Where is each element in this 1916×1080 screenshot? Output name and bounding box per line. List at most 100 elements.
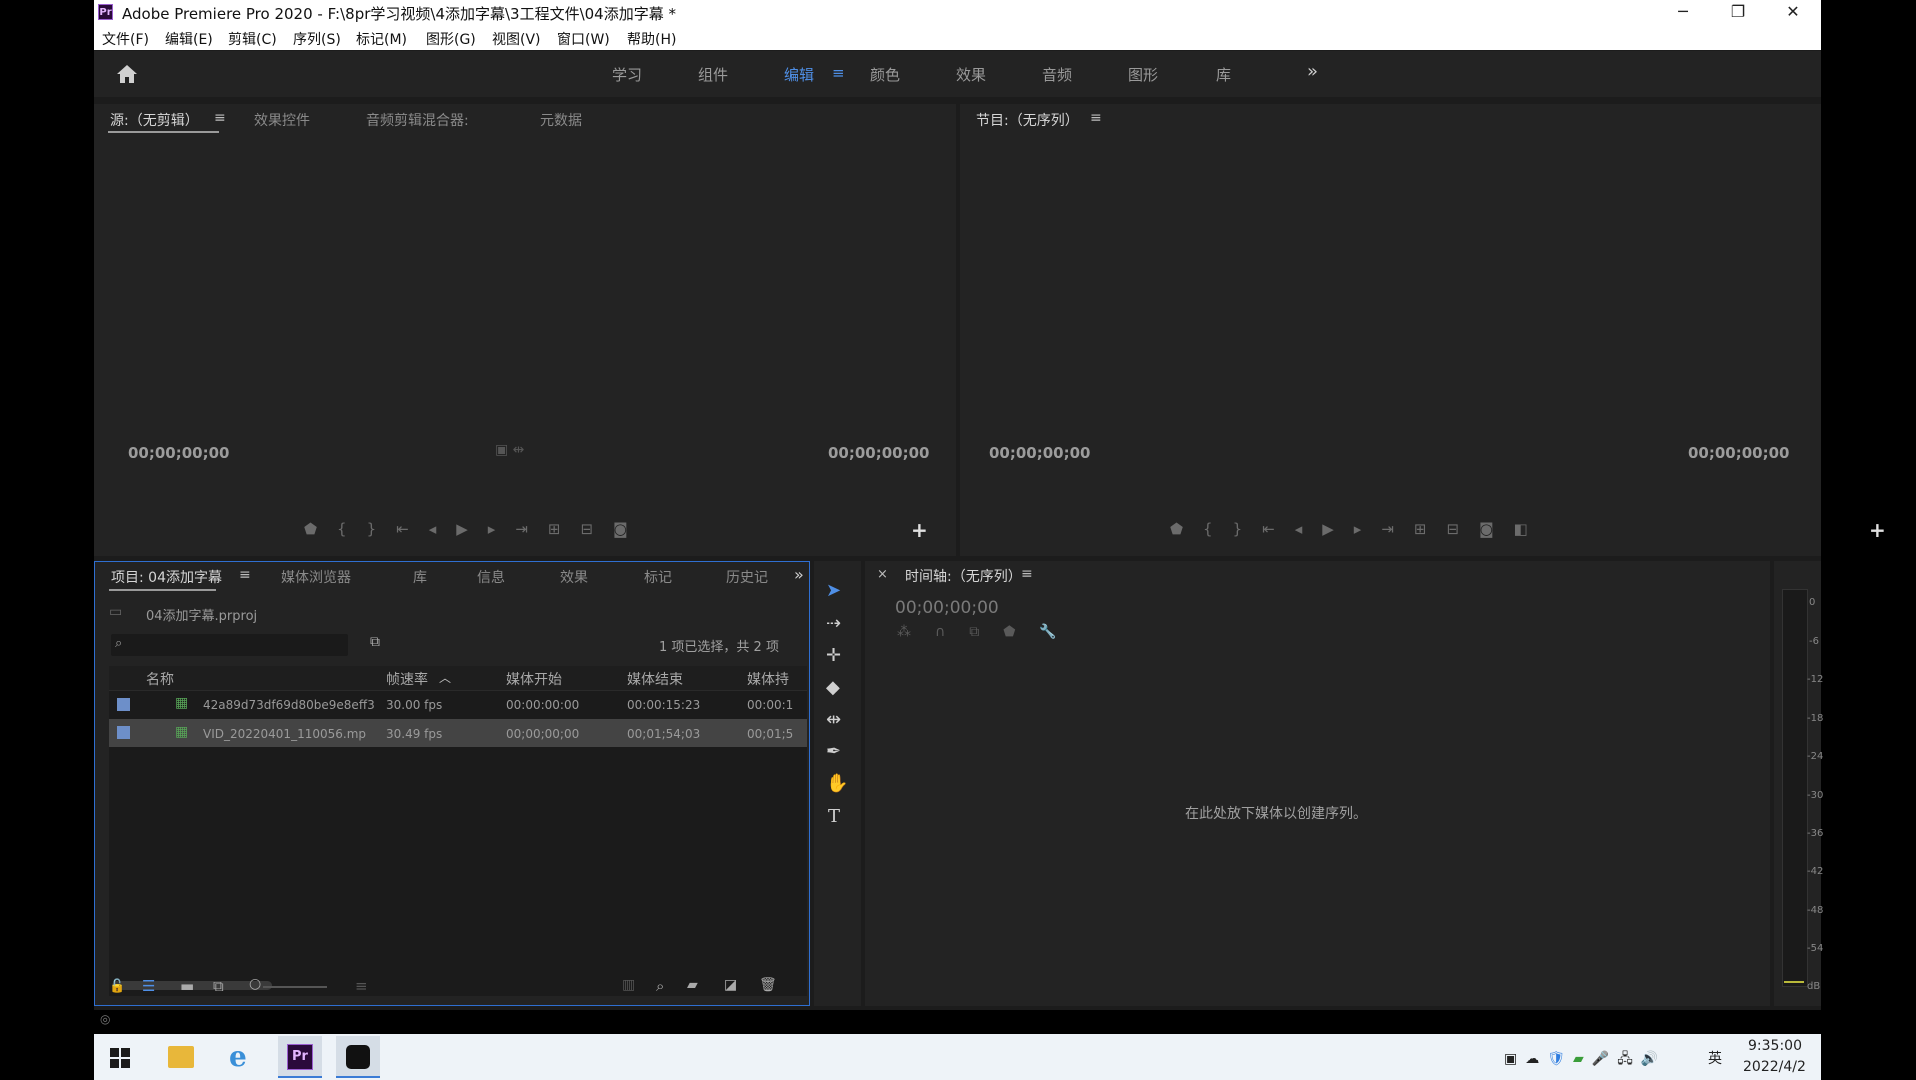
- panel-menu-icon[interactable]: ≡: [1090, 110, 1102, 126]
- step-back-icon[interactable]: ◂: [1295, 520, 1323, 538]
- insert-icon[interactable]: ⊞: [548, 520, 581, 538]
- file-explorer-icon[interactable]: [168, 1046, 194, 1068]
- volume-tray-icon[interactable]: 🔊: [1641, 1051, 1666, 1067]
- find-icon[interactable]: ⌕: [656, 977, 664, 995]
- lock-icon[interactable]: 🔓: [109, 979, 125, 994]
- mark-in-icon[interactable]: {: [1203, 520, 1233, 538]
- nvidia-tray-icon[interactable]: ▰: [1573, 1051, 1592, 1067]
- clear-icon[interactable]: 🗑: [759, 977, 777, 993]
- play-icon[interactable]: ▶: [456, 520, 488, 538]
- tab-metadata[interactable]: 元数据: [540, 110, 582, 130]
- track-select-tool-icon[interactable]: ⇢: [826, 613, 841, 634]
- tab-program[interactable]: 节目:（无序列）: [976, 110, 1079, 130]
- source-fit-icon[interactable]: ▣ ⇹: [495, 442, 524, 458]
- panel-menu-icon[interactable]: ≡: [214, 110, 226, 126]
- menu-view[interactable]: 视图(V): [492, 29, 541, 49]
- zoom-slider-track[interactable]: [263, 986, 327, 988]
- panel-menu-icon[interactable]: ≡: [1021, 566, 1033, 582]
- source-timecode-in[interactable]: 00;00;00;00: [128, 444, 230, 462]
- go-to-out-icon[interactable]: ⇥: [1381, 520, 1414, 538]
- ime-indicator[interactable]: 英: [1708, 1048, 1722, 1068]
- icon-view-icon[interactable]: ▬: [180, 977, 194, 995]
- freeform-view-icon[interactable]: ⧉: [213, 977, 224, 995]
- menu-clip[interactable]: 剪辑(C): [228, 29, 277, 49]
- menu-sequence[interactable]: 序列(S): [293, 29, 341, 49]
- new-item-icon[interactable]: ◪: [724, 977, 737, 993]
- go-to-out-icon[interactable]: ⇥: [515, 520, 548, 538]
- table-row[interactable]: ▦ VID_20220401_110056.mp 30.49 fps 00;00…: [109, 719, 807, 747]
- mark-in-icon[interactable]: {: [337, 520, 367, 538]
- go-to-in-icon[interactable]: ⇤: [1262, 520, 1295, 538]
- program-button-editor-icon[interactable]: +: [1869, 518, 1886, 542]
- add-marker-icon[interactable]: ⬟: [1003, 624, 1039, 640]
- clip-name[interactable]: VID_20220401_110056.mp: [203, 727, 366, 741]
- go-to-in-icon[interactable]: ⇤: [396, 520, 429, 538]
- lift-icon[interactable]: ⊞: [1414, 520, 1447, 538]
- automate-to-sequence-icon[interactable]: ▥: [622, 977, 635, 993]
- cloud-tray-icon[interactable]: ☁: [1525, 1051, 1547, 1067]
- camera-app-taskbar-button[interactable]: [336, 1036, 380, 1078]
- search-input[interactable]: ⌕: [111, 634, 348, 656]
- network-tray-icon[interactable]: 🖧: [1617, 1051, 1641, 1067]
- tab-info[interactable]: 信息: [477, 567, 505, 587]
- tab-project[interactable]: 项目: 04添加字幕: [111, 567, 222, 587]
- workspace-learning[interactable]: 学习: [612, 64, 642, 85]
- workspace-menu-icon[interactable]: ≡: [832, 64, 845, 82]
- workspace-graphics[interactable]: 图形: [1128, 64, 1158, 85]
- snap-icon[interactable]: ∩: [935, 624, 969, 640]
- comparison-view-icon[interactable]: ◧: [1514, 520, 1548, 538]
- tab-effects[interactable]: 效果: [560, 567, 588, 587]
- menu-help[interactable]: 帮助(H): [627, 29, 676, 49]
- sort-icons-icon[interactable]: ≡: [355, 977, 368, 995]
- linked-selection-icon[interactable]: ⧉: [969, 624, 1003, 640]
- tab-markers[interactable]: 标记: [644, 567, 672, 587]
- razor-tool-icon[interactable]: ◆: [826, 677, 840, 698]
- mark-out-icon[interactable]: }: [367, 520, 397, 538]
- timeline-settings-icon[interactable]: 🔧: [1039, 624, 1080, 640]
- step-forward-icon[interactable]: ▸: [488, 520, 516, 538]
- more-panels-icon[interactable]: »: [794, 565, 804, 584]
- home-icon[interactable]: [115, 63, 139, 85]
- list-view-icon[interactable]: ☰: [142, 977, 155, 995]
- menu-markers[interactable]: 标记(M): [356, 29, 407, 49]
- selection-tool-icon[interactable]: ➤: [826, 580, 841, 601]
- nest-icon[interactable]: ⁂: [897, 624, 935, 640]
- tab-timeline[interactable]: 时间轴:（无序列）: [905, 566, 1022, 586]
- overwrite-icon[interactable]: ⊟: [580, 520, 613, 538]
- step-forward-icon[interactable]: ▸: [1354, 520, 1382, 538]
- column-media-start[interactable]: 媒体开始: [506, 669, 562, 689]
- mark-out-icon[interactable]: }: [1233, 520, 1263, 538]
- workspace-libraries[interactable]: 库: [1216, 64, 1231, 85]
- tab-media-browser[interactable]: 媒体浏览器: [281, 567, 351, 587]
- add-marker-icon[interactable]: ⬟: [304, 520, 337, 538]
- more-workspaces-button[interactable]: »: [1307, 61, 1318, 82]
- workspace-editing[interactable]: 编辑: [784, 64, 814, 85]
- clip-name[interactable]: 42a89d73df69d80be9e8eff3: [203, 698, 375, 712]
- internet-explorer-icon[interactable]: e: [229, 1040, 247, 1073]
- source-button-editor-icon[interactable]: +: [911, 518, 928, 542]
- camera-tray-icon[interactable]: ▣: [1504, 1051, 1525, 1067]
- export-frame-icon[interactable]: ◙: [613, 520, 648, 538]
- column-name[interactable]: 名称: [146, 669, 174, 689]
- add-marker-icon[interactable]: ⬟: [1170, 520, 1203, 538]
- tab-effect-controls[interactable]: 效果控件: [254, 110, 310, 130]
- microphone-tray-icon[interactable]: 🎤: [1592, 1051, 1617, 1067]
- hand-tool-icon[interactable]: ✋: [826, 773, 848, 794]
- step-back-icon[interactable]: ◂: [429, 520, 457, 538]
- slip-tool-icon[interactable]: ⇹: [826, 709, 841, 730]
- menu-window[interactable]: 窗口(W): [557, 29, 610, 49]
- menu-graphics[interactable]: 图形(G): [426, 29, 476, 49]
- zoom-slider-handle[interactable]: ○: [249, 976, 261, 992]
- tab-source[interactable]: 源:（无剪辑）: [110, 110, 199, 130]
- menu-edit[interactable]: 编辑(E): [165, 29, 213, 49]
- table-row[interactable]: ▦ 42a89d73df69d80be9e8eff3 30.00 fps 00:…: [109, 690, 807, 718]
- premiere-taskbar-button[interactable]: Pr: [278, 1036, 322, 1078]
- workspace-assembly[interactable]: 组件: [698, 64, 728, 85]
- ripple-edit-tool-icon[interactable]: ✛: [826, 645, 841, 666]
- export-frame-icon[interactable]: ◙: [1479, 520, 1514, 538]
- column-media-end[interactable]: 媒体结束: [627, 669, 683, 689]
- tab-libraries[interactable]: 库: [413, 567, 427, 587]
- close-button[interactable]: ✕: [1767, 0, 1819, 26]
- menu-file[interactable]: 文件(F): [102, 29, 149, 49]
- panel-menu-icon[interactable]: ≡: [239, 567, 251, 583]
